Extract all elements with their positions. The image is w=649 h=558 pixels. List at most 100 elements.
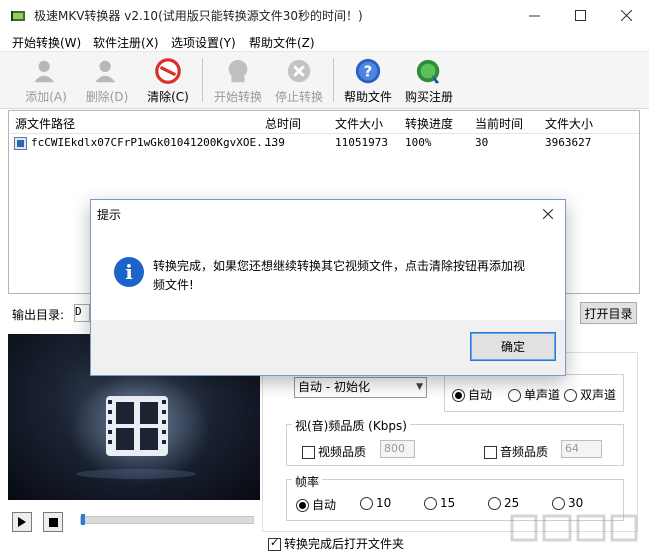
fps-15-label: 15: [440, 496, 456, 510]
maximize-icon[interactable]: [557, 0, 603, 31]
radio-unselected: [552, 497, 565, 510]
help-button[interactable]: ? 帮助文件: [340, 54, 396, 106]
cell-total-time: 139: [265, 136, 285, 149]
menu-options[interactable]: 选项设置(Y): [171, 34, 236, 51]
play-icon: [18, 517, 26, 527]
menu-help[interactable]: 帮助文件(Z): [249, 34, 315, 51]
audio-quality-checkbox[interactable]: 音频品质: [484, 443, 548, 460]
info-icon: i: [114, 257, 144, 287]
start-convert-button[interactable]: 开始转换: [210, 54, 266, 106]
dialog-footer: 确定: [91, 320, 565, 375]
buy-register-label: 购买注册: [404, 90, 453, 104]
radio-unselected: [488, 497, 501, 510]
open-after-checkbox[interactable]: 转换完成后打开文件夹: [268, 535, 404, 552]
dialog-title: 提示: [97, 208, 122, 222]
framerate-group-title: 帧率: [292, 473, 323, 490]
channel-auto-radio[interactable]: 自动: [452, 386, 492, 403]
help-button-label: 帮助文件: [343, 90, 392, 104]
col-progress[interactable]: 转换进度: [405, 115, 453, 132]
col-total-time[interactable]: 总时间: [265, 115, 301, 132]
output-dir-input[interactable]: D: [74, 304, 90, 322]
channel-auto-label: 自动: [468, 388, 493, 402]
fps-30-label: 30: [568, 496, 584, 510]
fps-auto-label: 自动: [312, 498, 337, 512]
cell-source-path: fcCWIEkdlx07CFrP1wGk01041200KgvXOE...: [31, 136, 277, 149]
seek-slider[interactable]: [80, 514, 254, 525]
stop-convert-button[interactable]: 停止转换: [271, 54, 327, 106]
message-dialog: 提示 i 转换完成，如果您还想继续转换其它视频文件，点击清除按钮再添加视频文件!…: [90, 199, 566, 376]
stop-button[interactable]: [43, 512, 63, 532]
buy-register-icon: [416, 59, 441, 84]
video-file-icon: [14, 137, 27, 150]
fps-15-radio[interactable]: 15: [424, 496, 455, 510]
menu-register[interactable]: 软件注册(X): [93, 34, 159, 51]
close-icon[interactable]: [603, 0, 649, 31]
cell-current-time: 30: [475, 136, 489, 149]
quality-group-title: 视(音)频品质 (Kbps): [292, 417, 410, 434]
delete-button-label: 删除(D): [85, 90, 129, 104]
video-quality-input[interactable]: 800: [380, 440, 415, 458]
format-select-value: 自动 - 初始化: [298, 380, 370, 394]
open-dir-button[interactable]: 打开目录: [580, 302, 637, 324]
fps-10-label: 10: [376, 496, 392, 510]
toolbar-separator: [202, 58, 203, 102]
window-title: 极速MKV转换器 v2.10(试用版只能转换源文件30秒的时间！): [34, 9, 363, 23]
fps-25-label: 25: [504, 496, 520, 510]
fps-auto-radio[interactable]: 自动: [296, 496, 336, 513]
fps-25-radio[interactable]: 25: [488, 496, 519, 510]
fps-10-radio[interactable]: 10: [360, 496, 391, 510]
audio-quality-input[interactable]: 64: [561, 440, 602, 458]
col-file-size[interactable]: 文件大小: [335, 115, 383, 132]
add-button[interactable]: 添加(A): [18, 54, 74, 106]
toolbar-separator: [333, 58, 334, 102]
app-logo-icon: [11, 11, 25, 21]
seek-thumb[interactable]: [81, 514, 85, 525]
stop-convert-label: 停止转换: [274, 90, 323, 104]
clear-button[interactable]: 清除(C): [140, 54, 196, 106]
channel-stereo-radio[interactable]: 双声道: [564, 386, 616, 403]
col-source-path[interactable]: 源文件路径: [15, 115, 75, 132]
buy-register-button[interactable]: 购买注册: [401, 54, 457, 106]
clear-button-label: 清除(C): [147, 90, 189, 104]
format-select[interactable]: 自动 - 初始化 ▼: [294, 377, 427, 398]
radio-selected: [452, 389, 465, 402]
audio-quality-label: 音频品质: [500, 445, 549, 459]
minimize-icon[interactable]: [511, 0, 557, 31]
menu-start-convert[interactable]: 开始转换(W): [12, 34, 81, 51]
output-dir-label: 输出目录:: [12, 308, 65, 322]
title-bar: 极速MKV转换器 v2.10(试用版只能转换源文件30秒的时间！): [0, 0, 649, 31]
toolbar: 添加(A) 删除(D) 清除(C) 开始转换 停止转换 ? 帮助文件 购买注册: [0, 52, 649, 109]
table-header: 源文件路径 总时间 文件大小 转换进度 当前时间 文件大小: [9, 111, 639, 134]
ok-button[interactable]: 确定: [470, 332, 556, 361]
close-icon[interactable]: [537, 204, 559, 224]
checkbox-unchecked: [484, 446, 497, 459]
col-current-time[interactable]: 当前时间: [475, 115, 523, 132]
video-quality-checkbox[interactable]: 视频品质: [302, 443, 366, 460]
play-button[interactable]: [12, 512, 32, 532]
add-button-label: 添加(A): [25, 90, 67, 104]
radio-unselected: [424, 497, 437, 510]
cell-progress: 100%: [405, 136, 432, 149]
channel-mono-radio[interactable]: 单声道: [508, 386, 560, 403]
delete-button[interactable]: 删除(D): [79, 54, 135, 106]
radio-selected: [296, 499, 309, 512]
col-output-size[interactable]: 文件大小: [545, 115, 593, 132]
dialog-message: 转换完成，如果您还想继续转换其它视频文件，点击清除按钮再添加视频文件!: [153, 259, 526, 292]
checkbox-checked: [268, 536, 281, 551]
svg-text:?: ?: [364, 63, 373, 81]
video-quality-label: 视频品质: [318, 445, 367, 459]
fps-30-radio[interactable]: 30: [552, 496, 583, 510]
radio-unselected: [564, 389, 577, 402]
checkbox-unchecked: [302, 446, 315, 459]
delete-person-icon: [94, 60, 116, 83]
channel-mono-label: 单声道: [524, 388, 561, 402]
start-convert-label: 开始转换: [213, 90, 262, 104]
radio-unselected: [508, 389, 521, 402]
menu-bar: 开始转换(W) 软件注册(X) 选项设置(Y) 帮助文件(Z): [0, 31, 649, 52]
clear-forbidden-icon: [155, 58, 181, 84]
open-after-label: 转换完成后打开文件夹: [284, 537, 405, 551]
chevron-down-icon: ▼: [416, 382, 423, 392]
radio-unselected: [360, 497, 373, 510]
channel-stereo-label: 双声道: [580, 388, 617, 402]
stop-convert-icon: [287, 59, 311, 83]
